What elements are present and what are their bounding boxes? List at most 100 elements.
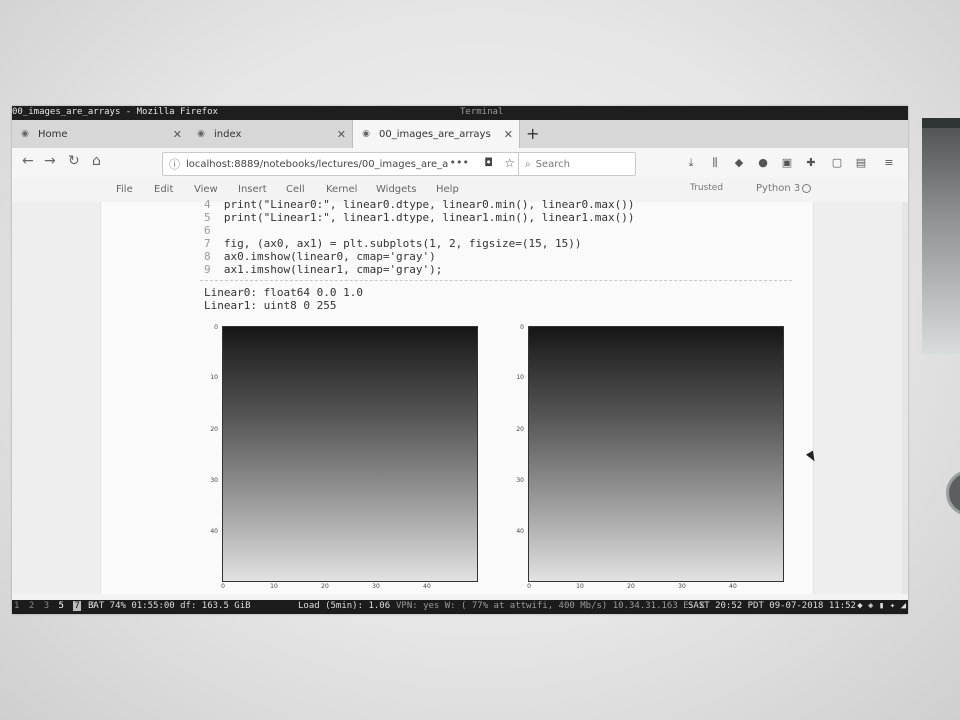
screenshot-icon[interactable]: ▢ xyxy=(830,156,844,170)
sidebar-icon[interactable]: ▤ xyxy=(854,156,868,170)
workspace-list: 1 2 3 5 7 9 xyxy=(14,601,100,611)
info-icon[interactable]: ⓘ xyxy=(169,156,180,172)
dropbox-icon[interactable]: ◆ xyxy=(857,601,862,611)
vpn-network-status: VPN: yes W: ( 77% at attwifi, 400 Mb/s) … xyxy=(396,601,705,611)
trusted-badge[interactable]: Trusted xyxy=(690,183,723,193)
tab-home[interactable]: ◉ Home ✕ xyxy=(12,120,188,148)
trash-icon[interactable]: ▮ xyxy=(879,601,884,611)
menu-view[interactable]: View xyxy=(194,184,218,195)
system-status-bar: 1 2 3 5 7 9 BAT 74% 01:55:00 df: 163.5 G… xyxy=(12,600,908,614)
menu-widgets[interactable]: Widgets xyxy=(376,184,416,195)
workspace-item[interactable]: 1 xyxy=(14,601,19,611)
tab-index[interactable]: ◉ index ✕ xyxy=(188,120,352,148)
workspace-item-selected[interactable]: 7 xyxy=(73,601,81,611)
y-tick-label: 30 xyxy=(210,477,218,484)
tab-label: index xyxy=(214,128,242,140)
forward-arrow-icon[interactable]: → xyxy=(44,153,56,169)
code-line[interactable]: 6 xyxy=(204,224,224,237)
y-tick-label: 0 xyxy=(520,324,524,331)
workspace-item-current[interactable]: 5 xyxy=(59,601,64,611)
background-window-strip xyxy=(922,118,960,354)
menu-hamburger-icon[interactable]: ≡ xyxy=(882,156,896,170)
tab-label: 00_images_are_arrays xyxy=(379,128,491,140)
adblock-icon[interactable]: ● xyxy=(756,156,770,170)
tab-notebook[interactable]: ◉ 00_images_are_arrays ✕ xyxy=(352,120,520,148)
y-tick-label: 40 xyxy=(516,528,524,535)
x-tick-label: 0 xyxy=(527,583,531,590)
bookmark-star-icon[interactable]: ☆ xyxy=(504,156,515,170)
code-line[interactable]: 4 print("Linear0:", linear0.dtype, linea… xyxy=(204,198,634,211)
menu-kernel[interactable]: Kernel xyxy=(326,184,357,195)
battery-disk-status: BAT 74% 01:55:00 df: 163.5 GiB xyxy=(88,601,251,611)
close-icon[interactable]: ✕ xyxy=(173,128,182,141)
menu-cell[interactable]: Cell xyxy=(286,184,305,195)
x-tick-label: 40 xyxy=(423,583,431,590)
tab-bar: ◉ Home ✕ ◉ index ✕ ◉ 00_images_are_array… xyxy=(12,120,908,149)
x-tick-label: 40 xyxy=(729,583,737,590)
x-tick-label: 20 xyxy=(321,583,329,590)
clock-status: SAST 20:52 PDT 09-07-2018 11:52 xyxy=(688,601,856,611)
page-actions-button[interactable]: ••• xyxy=(450,156,469,169)
y-tick-label: 10 xyxy=(516,374,524,381)
cell-separator xyxy=(200,280,792,281)
y-tick-label: 30 xyxy=(516,477,524,484)
downloads-icon[interactable]: ⤓ xyxy=(684,156,698,170)
jupyter-icon: ◉ xyxy=(21,129,29,139)
window-title: 00_images_are_arrays - Mozilla Firefox xyxy=(12,107,218,117)
y-tick-label: 0 xyxy=(214,324,218,331)
menu-file[interactable]: File xyxy=(116,184,133,195)
code-line[interactable]: 8 ax0.imshow(linear0, cmap='gray') xyxy=(204,250,436,263)
network-icon[interactable]: ◈ xyxy=(868,601,873,611)
reader-view-icon[interactable]: ▣ xyxy=(780,156,794,170)
search-placeholder: Search xyxy=(535,158,570,170)
pocket-icon[interactable]: ◘ xyxy=(484,156,493,169)
output-line: Linear1: uint8 0 255 xyxy=(204,299,337,312)
x-tick-label: 0 xyxy=(221,583,225,590)
search-icon: ⌕ xyxy=(525,158,531,170)
back-arrow-icon[interactable]: ← xyxy=(22,153,34,169)
workspace-item[interactable]: 3 xyxy=(44,601,49,611)
desktop-screen: 00_images_are_arrays - Mozilla Firefox T… xyxy=(12,106,908,614)
extension-shield-icon[interactable]: ◆ xyxy=(732,156,746,170)
x-tick-label: 30 xyxy=(678,583,686,590)
x-tick-label: 10 xyxy=(576,583,584,590)
new-tab-button[interactable]: + xyxy=(526,124,539,143)
close-icon[interactable]: ✕ xyxy=(504,128,513,141)
window-titlebar: 00_images_are_arrays - Mozilla Firefox T… xyxy=(12,106,908,120)
navigation-bar: ← → ↻ ⌂ ⓘ localhost:8889/notebooks/lectu… xyxy=(12,148,908,179)
volume-icon[interactable]: ◢ xyxy=(901,601,906,611)
accessibility-icon[interactable]: ✦ xyxy=(890,601,895,611)
x-tick-label: 30 xyxy=(372,583,380,590)
code-line[interactable]: 5 print("Linear1:", linear1.dtype, linea… xyxy=(204,211,634,224)
page-scrollbar[interactable] xyxy=(902,202,908,594)
y-tick-label: 10 xyxy=(210,374,218,381)
menu-help[interactable]: Help xyxy=(436,184,459,195)
workspace-item[interactable]: 2 xyxy=(29,601,34,611)
tab-label: Home xyxy=(38,128,68,140)
x-tick-label: 10 xyxy=(270,583,278,590)
terminal-label[interactable]: Terminal xyxy=(460,107,503,117)
y-tick-label: 20 xyxy=(516,426,524,433)
kernel-status-icon xyxy=(802,184,811,193)
x-tick-label: 20 xyxy=(627,583,635,590)
tray-icons: ◆ ◈ ▮ ✦ ◢ xyxy=(857,601,906,611)
gradient-image xyxy=(222,326,478,582)
search-input[interactable]: ⌕ Search xyxy=(518,152,636,176)
close-icon[interactable]: ✕ xyxy=(337,128,346,141)
home-icon[interactable]: ⌂ xyxy=(92,153,101,169)
code-line[interactable]: 9 ax1.imshow(linear1, cmap='gray'); xyxy=(204,263,442,276)
url-text[interactable]: localhost:8889/notebooks/lectures/00_ima… xyxy=(186,159,448,170)
code-line[interactable]: 7 fig, (ax0, ax1) = plt.subplots(1, 2, f… xyxy=(204,237,582,250)
jupyter-icon: ◉ xyxy=(197,129,205,139)
url-bar[interactable]: ⓘ localhost:8889/notebooks/lectures/00_i… xyxy=(162,152,524,176)
gradient-image xyxy=(528,326,784,582)
menu-insert[interactable]: Insert xyxy=(238,184,267,195)
y-tick-label: 40 xyxy=(210,528,218,535)
library-icon[interactable]: ⫼ xyxy=(708,156,722,170)
output-line: Linear0: float64 0.0 1.0 xyxy=(204,286,363,299)
reload-icon[interactable]: ↻ xyxy=(68,153,80,169)
menu-edit[interactable]: Edit xyxy=(154,184,173,195)
kernel-name[interactable]: Python 3 xyxy=(756,183,800,194)
extension-icon[interactable]: ✚ xyxy=(804,156,818,170)
background-circle-shape xyxy=(946,470,960,516)
